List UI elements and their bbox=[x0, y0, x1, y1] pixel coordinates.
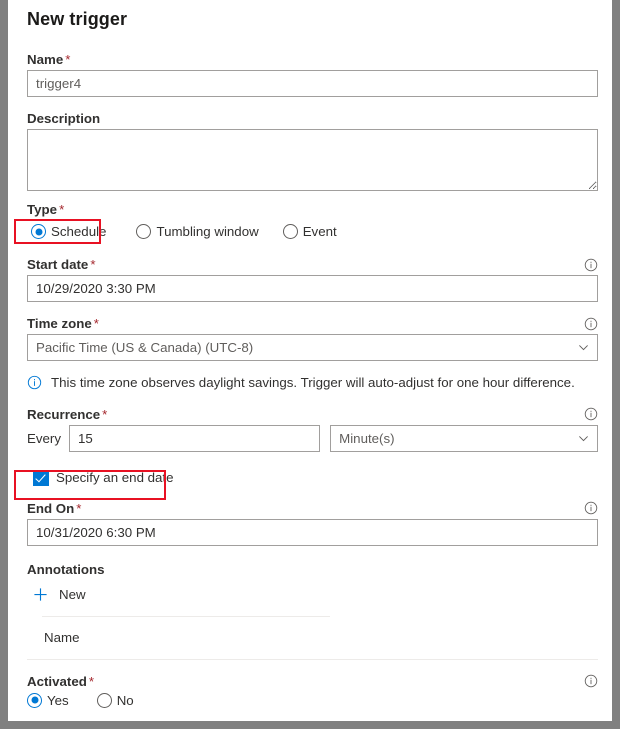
info-circle-icon[interactable] bbox=[584, 407, 598, 421]
start-date-input[interactable]: 10/29/2020 3:30 PM bbox=[27, 275, 598, 302]
type-field-group: Type * Schedule Tumbling window Event bbox=[22, 202, 598, 243]
required-asterisk: * bbox=[90, 257, 96, 272]
description-input[interactable] bbox=[27, 129, 598, 191]
activated-option-no-label: No bbox=[116, 692, 134, 708]
info-circle-icon[interactable] bbox=[584, 674, 598, 688]
required-asterisk: * bbox=[102, 406, 108, 422]
activated-radio-group: Yes No bbox=[27, 692, 598, 708]
chevron-down-icon bbox=[579, 345, 588, 351]
type-label-row: Type * bbox=[27, 202, 598, 217]
recurrence-unit-select[interactable]: Minute(s) bbox=[330, 424, 598, 452]
type-option-event-label: Event bbox=[302, 224, 337, 239]
recurrence-unit-value: Minute(s) bbox=[339, 430, 395, 446]
plus-icon bbox=[34, 588, 47, 601]
radio-empty-icon bbox=[282, 224, 298, 239]
start-date-label-row: Start date * bbox=[27, 257, 598, 272]
checkbox-checked-icon bbox=[33, 469, 49, 486]
required-asterisk: * bbox=[93, 316, 99, 331]
radio-empty-icon bbox=[96, 692, 112, 708]
start-date-label: Start date * bbox=[27, 257, 96, 272]
type-option-tumbling-window-label: Tumbling window bbox=[156, 224, 259, 239]
activated-field-group: Activated * Yes No bbox=[22, 674, 598, 708]
recurrence-every-label: Every bbox=[27, 430, 61, 446]
recurrence-label-row: Recurrence * bbox=[27, 407, 598, 422]
recurrence-interval-input[interactable]: 15 bbox=[69, 424, 321, 452]
required-asterisk: * bbox=[88, 673, 95, 689]
annotations-column-name: Name bbox=[44, 629, 80, 645]
radio-filled-icon bbox=[27, 692, 42, 708]
radio-empty-icon bbox=[136, 224, 152, 239]
end-date-checkbox-group: Specify an end date bbox=[22, 466, 598, 491]
type-option-event[interactable]: Event bbox=[282, 224, 337, 239]
recurrence-field-group: Recurrence * bbox=[22, 407, 598, 422]
required-asterisk: * bbox=[76, 500, 82, 516]
trigger-panel-window: New trigger Name * trigger4 Description T… bbox=[0, 0, 620, 729]
chevron-down-icon bbox=[579, 436, 588, 442]
end-on-input[interactable]: 10/31/2020 6:30 PM bbox=[27, 518, 598, 546]
name-label: Name * bbox=[27, 52, 71, 67]
time-zone-label: Time zone * bbox=[27, 316, 99, 331]
new-trigger-panel: New trigger Name * trigger4 Description T… bbox=[8, 0, 612, 721]
annotations-new-row: New bbox=[22, 587, 598, 607]
annotations-group: Annotations bbox=[22, 562, 598, 577]
type-label: Type * bbox=[27, 202, 65, 217]
info-circle-icon[interactable] bbox=[584, 501, 598, 515]
type-option-tumbling-window[interactable]: Tumbling window bbox=[136, 224, 259, 239]
recurrence-label: Recurrence * bbox=[27, 406, 108, 422]
radio-filled-icon bbox=[31, 224, 46, 239]
info-circle-icon[interactable] bbox=[584, 258, 598, 272]
activated-label-row: Activated * bbox=[27, 674, 598, 689]
annotations-divider-bottom bbox=[27, 658, 598, 660]
info-circle-icon bbox=[27, 375, 42, 390]
specify-end-date-checkbox[interactable]: Specify an end date bbox=[27, 466, 180, 490]
activated-option-yes-label: Yes bbox=[47, 692, 69, 708]
type-option-schedule-label: Schedule bbox=[51, 224, 107, 239]
required-asterisk: * bbox=[65, 52, 71, 67]
time-zone-selected-value: Pacific Time (US & Canada) (UTC-8) bbox=[36, 340, 254, 355]
end-on-label: End On * bbox=[27, 500, 82, 516]
info-circle-icon[interactable] bbox=[584, 317, 598, 331]
add-annotation-label: New bbox=[59, 586, 86, 602]
type-radio-group: Schedule Tumbling window Event bbox=[27, 220, 598, 243]
required-asterisk: * bbox=[59, 202, 65, 217]
end-on-label-row: End On * bbox=[27, 501, 598, 516]
start-date-field-group: Start date * 10/29/2020 3:30 PM bbox=[22, 257, 598, 302]
daylight-savings-notice: This time zone observes daylight savings… bbox=[22, 375, 598, 391]
activated-option-no[interactable]: No bbox=[96, 692, 134, 708]
time-zone-select[interactable]: Pacific Time (US & Canada) (UTC-8) bbox=[27, 334, 598, 361]
activated-option-yes[interactable]: Yes bbox=[27, 692, 69, 708]
daylight-savings-text: This time zone observes daylight savings… bbox=[51, 375, 575, 390]
time-zone-field-group: Time zone * Pacific Time (US & Canada) (U… bbox=[22, 316, 598, 361]
annotations-label: Annotations bbox=[27, 561, 105, 577]
name-field-group: Name * trigger4 bbox=[22, 52, 598, 97]
add-annotation-button[interactable]: New bbox=[22, 587, 86, 602]
type-option-schedule[interactable]: Schedule bbox=[27, 220, 112, 243]
description-label-row: Description bbox=[27, 111, 598, 126]
time-zone-label-row: Time zone * bbox=[27, 316, 598, 331]
description-field-group: Description bbox=[22, 111, 598, 191]
description-label: Description bbox=[27, 111, 101, 126]
activated-label: Activated * bbox=[27, 673, 95, 689]
annotations-divider-top bbox=[42, 615, 330, 617]
page-title: New trigger bbox=[27, 9, 128, 29]
recurrence-controls-row: Every 15 Minute(s) bbox=[22, 424, 598, 452]
specify-end-date-label: Specify an end date bbox=[56, 470, 174, 486]
name-label-row: Name * bbox=[27, 52, 598, 67]
name-input[interactable]: trigger4 bbox=[27, 70, 598, 97]
end-on-field-group: End On * 10/31/2020 6:30 PM bbox=[22, 501, 598, 546]
